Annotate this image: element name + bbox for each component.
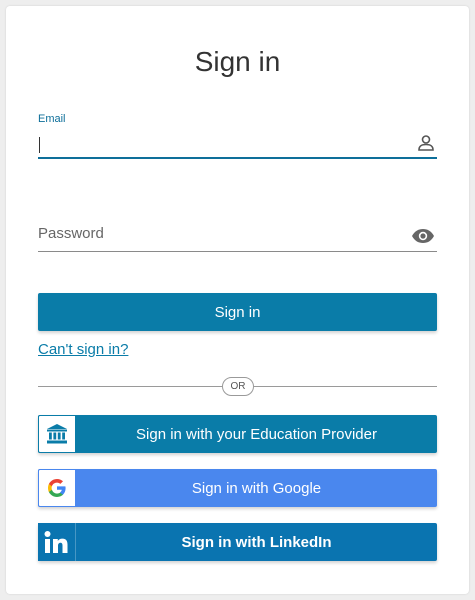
institution-icon [38, 415, 76, 453]
email-label: Email [38, 113, 66, 125]
page-title: Sign in [194, 46, 281, 77]
divider-line-left [38, 386, 222, 387]
linkedin-sign-in-button[interactable]: Sign in with LinkedIn [38, 523, 437, 561]
email-field-group: Email [38, 109, 437, 161]
education-provider-button[interactable]: Sign in with your Education Provider [38, 415, 437, 453]
user-icon [417, 134, 435, 152]
password-field[interactable] [38, 216, 437, 252]
password-field-group [38, 216, 437, 256]
email-field[interactable] [38, 129, 437, 159]
eye-icon[interactable] [411, 228, 435, 244]
google-icon [38, 469, 76, 507]
linkedin-icon [38, 523, 76, 561]
linkedin-sign-in-label: Sign in with LinkedIn [181, 533, 332, 551]
sign-in-button[interactable]: Sign in [38, 293, 437, 331]
or-divider: OR [222, 377, 254, 396]
google-sign-in-label: Sign in with Google [191, 479, 322, 497]
text-cursor [39, 137, 40, 153]
sign-in-card: Sign in Email Sign in Can't sign in? OR [6, 6, 469, 594]
education-provider-label: Sign in with your Education Provider [136, 425, 377, 443]
google-sign-in-button[interactable]: Sign in with Google [38, 469, 437, 507]
cant-sign-in-link[interactable]: Can't sign in? [38, 341, 128, 358]
divider-line-right [254, 386, 437, 387]
